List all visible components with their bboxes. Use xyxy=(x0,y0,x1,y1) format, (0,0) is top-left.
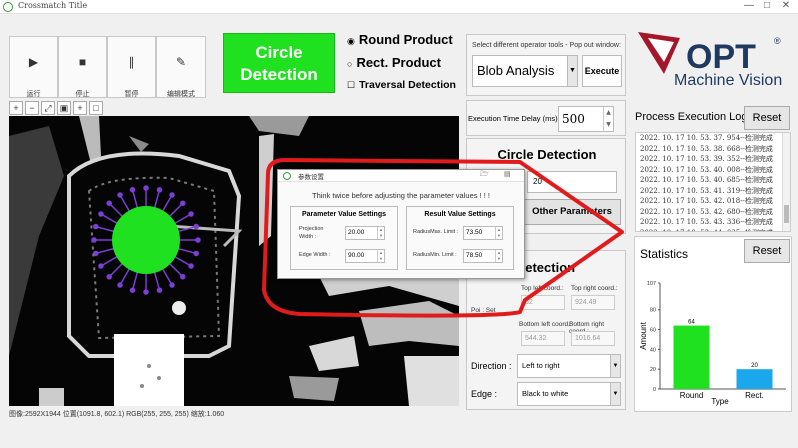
log-scrollbar-thumb[interactable] xyxy=(784,205,789,223)
log-line: 2022. 10. 17 10. 53. 38. 668--检测完成 xyxy=(640,144,773,153)
bar-rect xyxy=(736,369,773,389)
radius-max-input[interactable]: 73.50 ▲ ▼ xyxy=(463,226,503,240)
projection-width-input[interactable]: 20.00 ▲ ▼ xyxy=(345,226,385,240)
parameter-settings-dialog: 参数设置 🗁 ▤ Think twice before adjusting th… xyxy=(277,169,525,279)
opt-logo: OPT ® Machine Vision xyxy=(634,28,798,100)
log-line: 2022. 10. 17 10. 53. 44. 035--检测完成 xyxy=(636,228,790,232)
spin-arrows-icon[interactable]: ▲ ▼ xyxy=(495,250,502,262)
spin-arrows-icon[interactable]: ▲ ▼ xyxy=(377,227,384,239)
parameter-value-group: Parameter Value Settings Projection Widt… xyxy=(290,206,398,270)
log-lines: 2022. 10. 17 10. 53. 37. 954--检测完成 2022. … xyxy=(636,133,790,232)
execution-log[interactable]: 2022. 10. 17 10. 53. 37. 954--检测完成 2022. … xyxy=(635,132,791,232)
radius-min-label: RadiusMin. Limit : xyxy=(413,252,457,258)
projection-label-1: Projection xyxy=(299,226,324,232)
registered-mark: ® xyxy=(774,36,781,46)
bar-round xyxy=(673,325,710,389)
opt-logo-mark: OPT ® Machine Vision xyxy=(638,32,782,89)
statistics-reset-button[interactable]: Reset xyxy=(744,239,790,263)
x-axis-label: Type xyxy=(711,397,729,406)
dialog-title: 参数设置 xyxy=(298,174,324,181)
result-value-group: Result Value Settings RadiusMax. Limit :… xyxy=(406,206,514,270)
y-tick-label: 40 xyxy=(650,347,656,353)
result-value-title: Result Value Settings xyxy=(424,211,496,218)
log-line: 2022. 10. 17 10. 53. 37. 954--检测完成 xyxy=(640,134,773,142)
spin-arrows-icon[interactable]: ▲ ▼ xyxy=(495,227,502,239)
dialog-app-icon xyxy=(283,172,291,180)
bar-value-label: 20 xyxy=(751,363,758,369)
y-axis-label: Amount xyxy=(639,321,648,349)
radius-min-input[interactable]: 78.50 ▲ ▼ xyxy=(463,249,503,263)
log-line: 2022. 10. 17 10. 53. 43. 336--检测完成 xyxy=(640,218,773,226)
y-tick-label: 107 xyxy=(647,281,656,287)
projection-label-2: Width : xyxy=(299,234,317,240)
log-line: 2022. 10. 17 10. 53. 40. 008--检测完成 xyxy=(640,165,773,174)
y-tick-label: 0 xyxy=(653,387,656,393)
y-tick-label: 20 xyxy=(650,367,656,373)
statistics-title: Statistics xyxy=(640,247,689,261)
log-line: 2022. 10. 17 10. 53. 39. 352--检测完成 xyxy=(640,155,773,163)
category-label: Rect. xyxy=(745,391,764,400)
log-title: Process Execution Log xyxy=(635,111,748,123)
log-line: 2022. 10. 17 10. 53. 42. 018--检测完成 xyxy=(640,197,773,205)
y-tick-label: 60 xyxy=(650,328,656,334)
radius-max-label: RadiusMax. Limit : xyxy=(413,229,459,235)
brand-subtitle: Machine Vision xyxy=(674,72,782,89)
edge-width-input[interactable]: 90.00 ▲ ▼ xyxy=(345,249,385,263)
bar-value-label: 64 xyxy=(688,320,695,326)
log-line: 2022. 10. 17 10. 53. 40. 685--检测完成 xyxy=(640,176,773,184)
radius-max-value: 73.50 xyxy=(466,229,483,236)
log-reset-button[interactable]: Reset xyxy=(744,106,790,130)
parameter-value-title: Parameter Value Settings xyxy=(301,211,387,218)
y-tick-label: 80 xyxy=(650,308,656,314)
dialog-warning: Think twice before adjusting the paramet… xyxy=(311,191,490,200)
radius-min-value: 78.50 xyxy=(466,252,483,259)
log-line: 2022. 10. 17 10. 53. 42. 680--检测完成 xyxy=(640,207,773,216)
dialog-folder-icon[interactable]: 🗁 xyxy=(480,170,489,181)
edge-width-value: 90.00 xyxy=(348,252,365,259)
brand-name: OPT xyxy=(686,38,756,76)
dialog-titlebar: 参数设置 🗁 ▤ xyxy=(278,170,524,182)
edge-width-label: Edge Width : xyxy=(299,252,331,258)
spin-arrows-icon[interactable]: ▲ ▼ xyxy=(377,250,384,262)
dialog-save-icon[interactable]: ▤ xyxy=(504,170,511,178)
log-scrollbar[interactable] xyxy=(782,133,790,231)
projection-width-value: 20.00 xyxy=(348,229,365,236)
log-line: 2022. 10. 17 10. 53. 41. 319--检测完成 xyxy=(640,186,773,195)
statistics-chart: 0 20 40 60 80 107 64 Round 20 Rect. Amount Type xyxy=(639,281,786,406)
category-label: Round xyxy=(680,391,704,400)
